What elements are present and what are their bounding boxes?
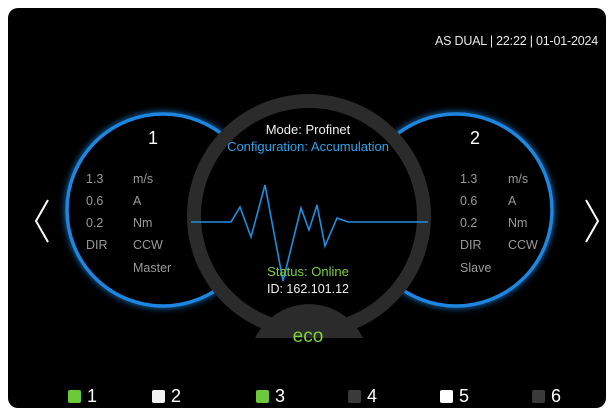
drive-2-current-value: 0.6 xyxy=(460,194,478,208)
drive-1-current-value: 0.6 xyxy=(86,194,104,208)
drive-2-number: 2 xyxy=(470,128,481,148)
drive-1-role: Master xyxy=(133,261,172,275)
eco-button[interactable]: eco xyxy=(273,326,343,348)
channel-5-indicator xyxy=(440,389,453,403)
drive-2-dir-value: CCW xyxy=(508,238,538,252)
channel-5-selector[interactable]: 5 xyxy=(440,386,469,406)
channel-6-label: 6 xyxy=(551,385,562,406)
channel-4-label: 4 xyxy=(367,385,378,406)
channel-5-label: 5 xyxy=(459,385,470,406)
drive-2-torque-value: 0.2 xyxy=(460,216,478,230)
channel-4-selector[interactable]: 4 xyxy=(348,386,377,406)
channel-3-label: 3 xyxy=(275,385,286,406)
channel-1-selector[interactable]: 1 xyxy=(68,386,97,406)
channel-1-indicator xyxy=(68,389,81,403)
channel-3-selector[interactable]: 3 xyxy=(256,386,285,406)
channel-1-label: 1 xyxy=(87,385,98,406)
drive-1-current-unit: A xyxy=(133,194,142,208)
drive-2-dir-label: DIR xyxy=(460,238,482,252)
drive-2-current-unit: A xyxy=(508,194,517,208)
channel-6-selector[interactable]: 6 xyxy=(532,386,561,406)
channel-2-indicator xyxy=(152,389,165,403)
drive-2-torque-unit: Nm xyxy=(508,216,528,230)
drive-1-torque-unit: Nm xyxy=(133,216,153,230)
drive-1-speed-unit: m/s xyxy=(133,172,154,186)
drive-2-speed-unit: m/s xyxy=(508,172,529,186)
chevron-left-icon[interactable] xyxy=(32,198,52,244)
drive-1-torque-value: 0.2 xyxy=(86,216,104,230)
drive-1-dir-label: DIR xyxy=(86,238,108,252)
drive-1-dir-value: CCW xyxy=(133,238,163,252)
drive-2-speed-value: 1.3 xyxy=(460,172,478,186)
drive-2-role: Slave xyxy=(460,261,492,275)
status-label: Status: Online xyxy=(267,264,349,279)
channel-6-indicator xyxy=(532,389,545,403)
drive-1-speed-value: 1.3 xyxy=(86,172,104,186)
dial-graphics xyxy=(65,94,554,338)
drive-1-number: 1 xyxy=(148,128,159,148)
channel-3-indicator xyxy=(256,389,269,403)
device-id-label: ID: 162.101.12 xyxy=(266,282,349,296)
channel-2-label: 2 xyxy=(171,385,182,406)
channel-4-indicator xyxy=(348,389,361,403)
mode-label: Mode: Profinet xyxy=(265,122,351,137)
hmi-screen: AS DUAL | 22:22 | 01-01-2024 1 1.3 m/s 0… xyxy=(8,8,606,408)
chevron-right-icon[interactable] xyxy=(582,198,602,244)
configuration-label: Configuration: Accumulation xyxy=(227,139,389,154)
channel-2-selector[interactable]: 2 xyxy=(152,386,181,406)
